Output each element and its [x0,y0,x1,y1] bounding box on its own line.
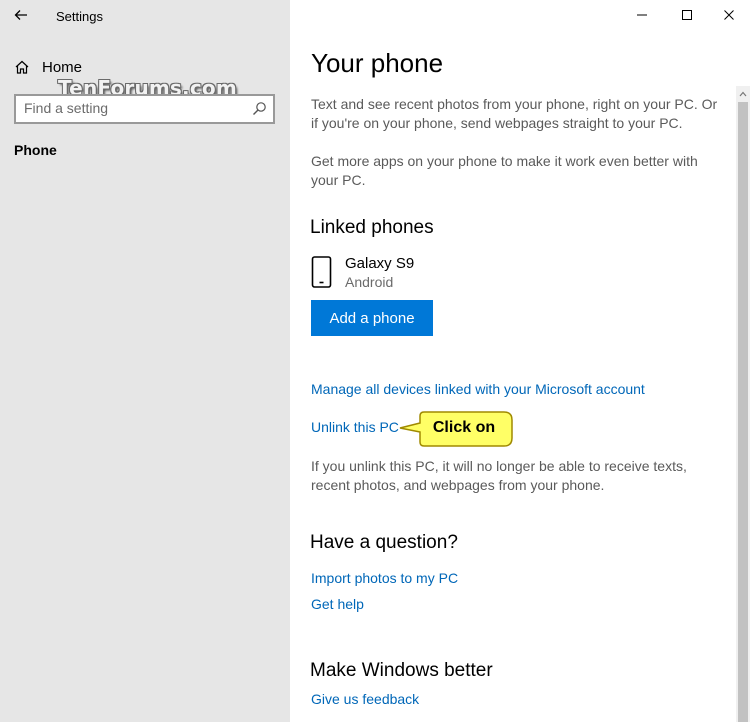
manage-devices-link[interactable]: Manage all devices linked with your Micr… [311,381,645,397]
app-title: Settings [56,9,103,24]
more-apps-text: Get more apps on your phone to make it w… [311,153,698,188]
linked-phones-heading: Linked phones [310,217,434,238]
import-photos-link[interactable]: Import photos to my PC [311,570,458,586]
device-name: Galaxy S9 [345,255,415,272]
sidebar: Settings Home TenForums.com Phone [0,0,290,722]
back-arrow-icon [14,10,27,20]
home-icon [15,60,29,74]
give-feedback-link[interactable]: Give us feedback [311,691,419,707]
home-nav-item[interactable]: Home [14,56,82,78]
scrollbar[interactable] [736,86,750,722]
search-box[interactable] [14,94,275,124]
search-input[interactable] [24,100,244,116]
page-title: Your phone [311,48,444,78]
unlink-note: If you unlink this PC, it will no longer… [311,458,687,493]
sidebar-item-phone[interactable]: Phone [14,142,57,158]
chevron-up-icon [739,91,747,97]
get-help-link[interactable]: Get help [311,596,364,612]
home-label: Home [42,58,83,76]
back-button[interactable] [10,4,36,26]
add-phone-button[interactable]: Add a phone [311,300,433,336]
callout-text: Click on [432,419,496,436]
scroll-up-button[interactable] [736,86,750,102]
unlink-pc-link[interactable]: Unlink this PC [311,419,399,435]
main-content: Your phone Text and see recent photos fr… [290,0,750,722]
search-icon[interactable] [252,101,267,116]
phone-icon [311,256,332,288]
device-os: Android [345,274,394,290]
scroll-thumb[interactable] [738,102,748,722]
question-heading: Have a question? [310,532,458,553]
make-windows-better-heading: Make Windows better [310,660,493,681]
description-text: Text and see recent photos from your pho… [311,96,718,131]
